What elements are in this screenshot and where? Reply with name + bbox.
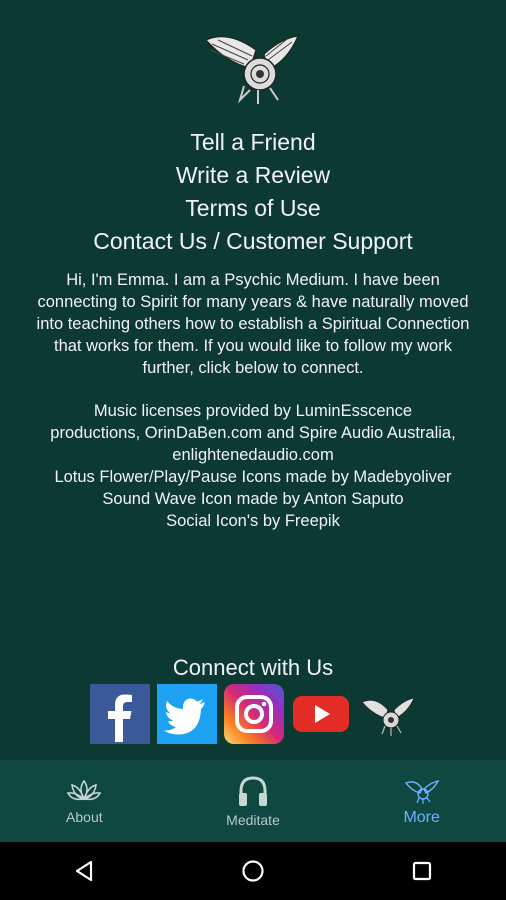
- youtube-icon[interactable]: [291, 684, 351, 744]
- twitter-icon[interactable]: [157, 684, 217, 744]
- credits-line: Sound Wave Icon made by Anton Saputo: [102, 490, 404, 508]
- bird-logo-icon[interactable]: [358, 684, 418, 744]
- bio-line: further, click below to connect.: [142, 359, 364, 377]
- credits-line: enlightenedaudio.com: [172, 446, 334, 464]
- bird-icon: [404, 779, 439, 804]
- lotus-icon: [67, 779, 102, 801]
- headphones-icon: [239, 776, 267, 806]
- credits-line: Music licenses provided by LuminEsscence: [93, 402, 413, 420]
- tab-meditate[interactable]: Meditate: [169, 760, 338, 842]
- write-a-review-link[interactable]: Write a Review: [0, 159, 506, 192]
- more-menu: Tell a Friend Write a Review Terms of Us…: [0, 126, 506, 258]
- terms-of-use-link[interactable]: Terms of Use: [0, 192, 506, 225]
- home-icon[interactable]: [233, 851, 273, 891]
- bio-text: Hi, I'm Emma. I am a Psychic Medium. I h…: [0, 269, 506, 379]
- back-icon[interactable]: [64, 851, 104, 891]
- tab-meditate-label: Meditate: [226, 812, 280, 828]
- recents-icon[interactable]: [402, 851, 442, 891]
- tab-about[interactable]: About: [0, 760, 169, 842]
- bio-line: Hi, I'm Emma. I am a Psychic Medium. I h…: [66, 271, 440, 289]
- bio-line: connecting to Spirit for many years & ha…: [37, 293, 469, 311]
- tab-more[interactable]: More: [337, 760, 506, 842]
- tab-about-label: About: [66, 809, 103, 825]
- credits-line: Lotus Flower/Play/Pause Icons made by Ma…: [54, 468, 452, 486]
- system-navigation-bar: [0, 842, 506, 900]
- credits-line: productions, OrinDaBen.com and Spire Aud…: [50, 424, 456, 442]
- instagram-icon[interactable]: [224, 684, 284, 744]
- tell-a-friend-link[interactable]: Tell a Friend: [0, 126, 506, 159]
- bio-line: into teaching others how to establish a …: [36, 315, 470, 333]
- facebook-icon[interactable]: [90, 684, 150, 744]
- bottom-navigation: About Meditate More: [0, 760, 506, 842]
- tab-more-label: More: [403, 809, 440, 826]
- app-logo-icon: [198, 28, 308, 106]
- connect-title: Connect with Us: [172, 655, 334, 680]
- social-links: [90, 684, 418, 744]
- credits-text: Music licenses provided by LuminEsscence…: [0, 400, 506, 532]
- credits-line: Social Icon's by Freepik: [166, 512, 340, 530]
- bio-line: that works for them. If you would like t…: [54, 337, 452, 355]
- contact-support-link[interactable]: Contact Us / Customer Support: [0, 225, 506, 258]
